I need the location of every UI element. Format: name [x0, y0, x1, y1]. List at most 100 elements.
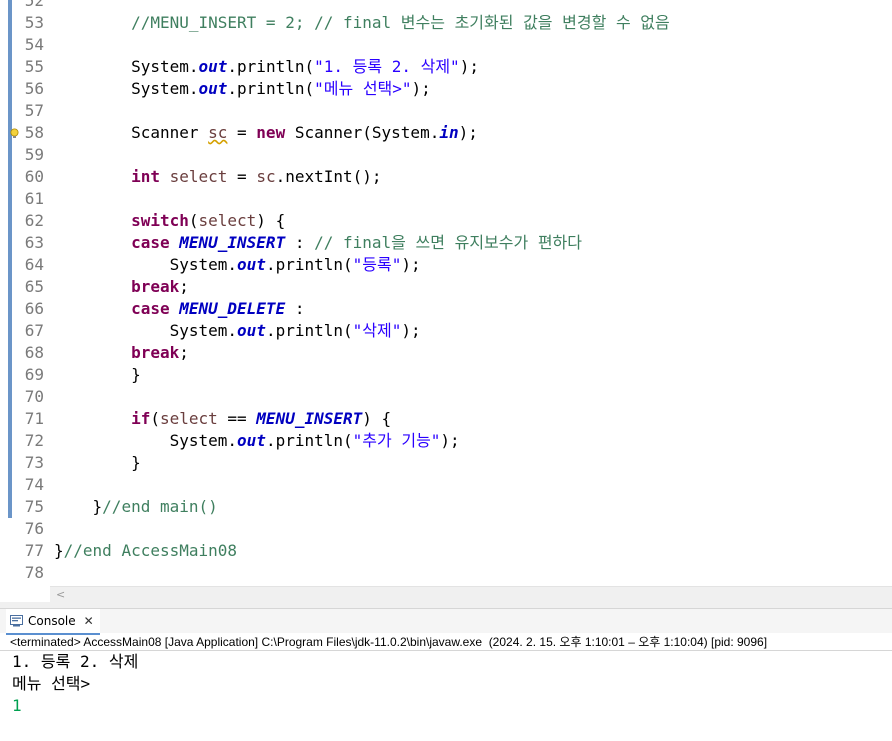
code-line[interactable]: 62 switch(select) {: [0, 210, 892, 232]
code-line[interactable]: 65 break;: [0, 276, 892, 298]
code-token: );: [411, 79, 431, 98]
code-token: .println(: [265, 321, 353, 340]
line-number: 77: [24, 541, 44, 560]
line-number: 65: [24, 277, 44, 296]
code-line[interactable]: 60 int select = sc.nextInt();: [0, 166, 892, 188]
code-line[interactable]: 78: [0, 562, 892, 584]
code-text: }//end main(): [54, 496, 218, 518]
code-line[interactable]: 52: [0, 0, 892, 12]
code-token: MENU_INSERT: [256, 409, 363, 428]
code-line[interactable]: 57: [0, 100, 892, 122]
code-line[interactable]: 72 System.out.println("추가 기능");: [0, 430, 892, 452]
code-token: ) {: [362, 409, 392, 428]
code-line[interactable]: 68 break;: [0, 342, 892, 364]
code-token: select: [159, 409, 218, 428]
code-text: System.out.println("등록");: [54, 254, 421, 276]
code-token: System.: [54, 79, 199, 98]
code-editor[interactable]: 52 53 //MENU_INSERT = 2; // final 변수는 초기화…: [0, 0, 892, 586]
code-token: ;: [179, 277, 189, 296]
tab-console[interactable]: Console ✕: [6, 609, 100, 635]
line-number: 62: [24, 211, 44, 230]
code-token: select: [169, 167, 228, 186]
line-number: 53: [24, 13, 44, 32]
code-line[interactable]: 59: [0, 144, 892, 166]
code-line[interactable]: 74: [0, 474, 892, 496]
line-number: 52: [24, 0, 44, 10]
code-token: "메뉴 선택>": [314, 79, 412, 98]
line-number: 74: [24, 475, 44, 494]
horizontal-scrollbar[interactable]: <: [50, 586, 892, 603]
code-token: );: [458, 123, 478, 142]
code-line[interactable]: 56 System.out.println("메뉴 선택>");: [0, 78, 892, 100]
console-tab-label: Console: [28, 614, 76, 628]
code-token: System.: [54, 57, 199, 76]
code-token: Scanner: [54, 123, 209, 142]
code-token: out: [198, 57, 228, 76]
line-number: 55: [24, 57, 44, 76]
code-line[interactable]: 58 Scanner sc = new Scanner(System.in);: [0, 122, 892, 144]
close-icon[interactable]: ✕: [84, 614, 94, 628]
code-token: "추가 기능": [352, 431, 441, 450]
code-line[interactable]: 54: [0, 34, 892, 56]
line-number: 57: [24, 101, 44, 120]
code-token: // final을 쓰면 유지보수가 편하다: [314, 233, 582, 252]
code-token: "1. 등록 2. 삭제": [314, 57, 460, 76]
code-text: break;: [54, 342, 189, 364]
code-token: =: [227, 123, 257, 142]
code-line[interactable]: 55 System.out.println("1. 등록 2. 삭제");: [0, 56, 892, 78]
code-text: System.out.println("삭제");: [54, 320, 421, 342]
line-number: 56: [24, 79, 44, 98]
console-tab-bar: Console ✕: [0, 609, 892, 635]
code-line[interactable]: 73 }: [0, 452, 892, 474]
code-token: :: [285, 233, 315, 252]
code-token: out: [237, 431, 266, 450]
code-token: out: [237, 321, 266, 340]
code-line[interactable]: 76: [0, 518, 892, 540]
code-line[interactable]: 70: [0, 386, 892, 408]
console-output-line: 메뉴 선택>: [12, 674, 91, 693]
code-line[interactable]: 71 if(select == MENU_INSERT) {: [0, 408, 892, 430]
code-line[interactable]: 63 case MENU_INSERT : // final을 쓰면 유지보수가…: [0, 232, 892, 254]
code-token: sc: [208, 123, 228, 142]
code-line[interactable]: 66 case MENU_DELETE :: [0, 298, 892, 320]
code-token: (: [188, 211, 199, 230]
code-token: );: [401, 321, 421, 340]
code-token: switch: [131, 211, 189, 230]
code-token: //MENU_INSERT = 2; // final 변수는 초기화된 값을 …: [131, 13, 670, 32]
code-text: if(select == MENU_INSERT) {: [54, 408, 391, 430]
code-line[interactable]: 77}//end AccessMain08: [0, 540, 892, 562]
line-number: 60: [24, 167, 44, 186]
code-token: );: [401, 255, 421, 274]
code-line[interactable]: 75 }//end main(): [0, 496, 892, 518]
code-token: case: [131, 233, 170, 252]
code-token: "삭제": [352, 321, 402, 340]
code-token: }: [54, 541, 64, 560]
code-token: //end main(): [102, 497, 218, 516]
code-line[interactable]: 61: [0, 188, 892, 210]
code-token: (: [150, 409, 160, 428]
line-number: 69: [24, 365, 44, 384]
code-line[interactable]: 67 System.out.println("삭제");: [0, 320, 892, 342]
code-line[interactable]: 64 System.out.println("등록");: [0, 254, 892, 276]
code-line[interactable]: 53 //MENU_INSERT = 2; // final 변수는 초기화된 …: [0, 12, 892, 34]
scroll-left-arrow-icon[interactable]: <: [56, 587, 65, 603]
code-token: if: [131, 409, 151, 428]
line-number: 66: [24, 299, 44, 318]
code-token: //end AccessMain08: [63, 541, 238, 560]
line-number: 76: [24, 519, 44, 538]
line-number: 63: [24, 233, 44, 252]
line-number: 78: [24, 563, 44, 582]
code-line[interactable]: 69 }: [0, 364, 892, 386]
code-text: }: [54, 364, 141, 386]
line-number: 73: [24, 453, 44, 472]
console-view: Console ✕ <terminated> AccessMain08 [Jav…: [0, 608, 892, 741]
code-token: System.: [54, 255, 238, 274]
